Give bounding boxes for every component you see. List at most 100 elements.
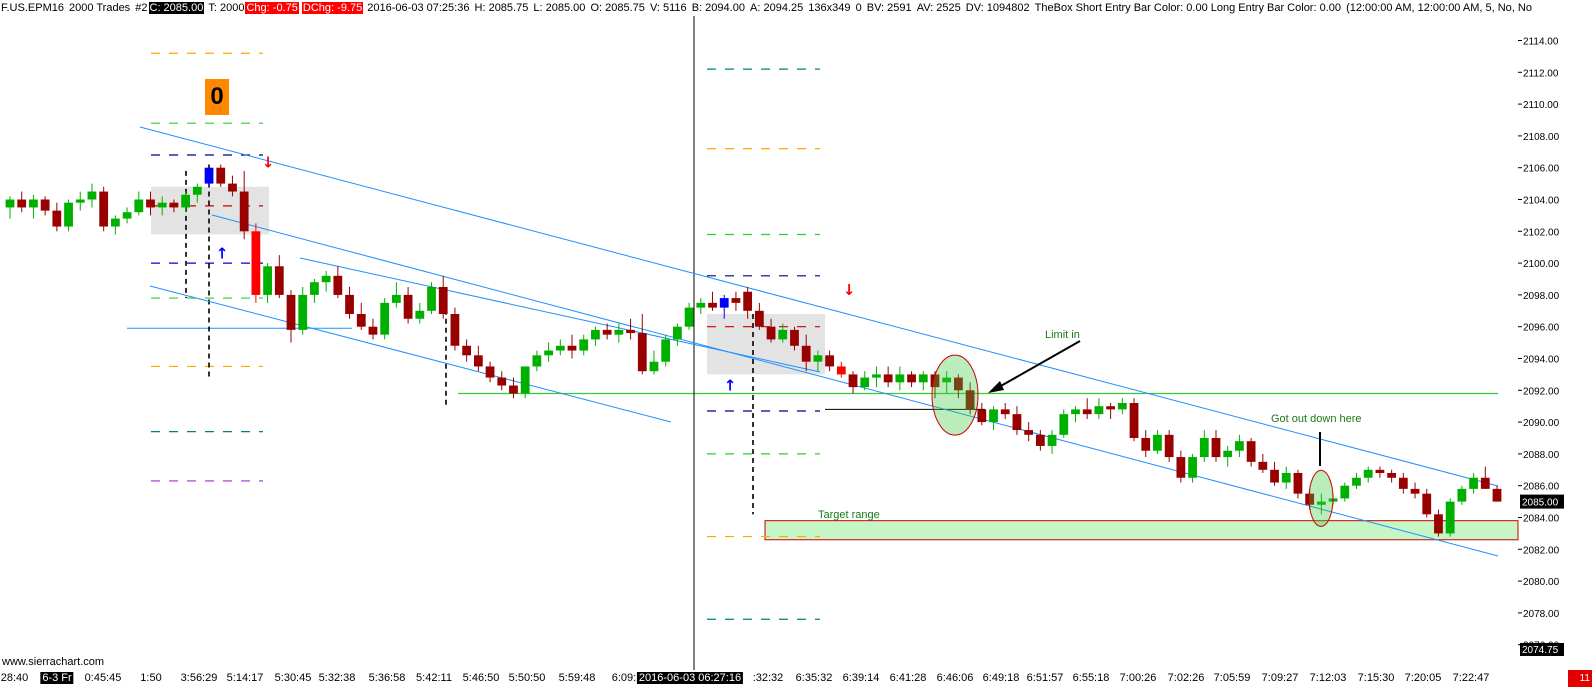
x-tick-label: 7:15:30 [1357,672,1395,684]
candle-body [146,199,155,208]
zero-badge: 0 [205,79,229,115]
candle [251,223,261,303]
candle-body [321,275,331,283]
candle [1363,466,1373,483]
x-tick-label: 5:42:11 [416,672,452,684]
candle [310,279,319,303]
x-tick-label: 5:14:17 [226,672,264,684]
candle-body [1199,438,1209,458]
candle-body [356,313,366,327]
candle-body [263,266,272,295]
candle [1398,472,1408,494]
candle [754,302,764,330]
candle [1164,430,1174,462]
candle-body [274,266,284,295]
candle-body [591,329,600,340]
candle [1059,409,1069,438]
x-tick-label: 5:36:58 [368,672,406,684]
candle-body [1480,477,1490,489]
candle [216,164,226,187]
y-tick-label: 2110.00 [1523,100,1559,111]
header-volume: V: 5116 [649,2,687,14]
candle [274,255,284,299]
candle [286,290,296,343]
candle-body [602,329,612,335]
candle-body [719,298,729,308]
candle-body [497,377,507,386]
candle-body [860,377,870,388]
candle-body [333,275,343,295]
candle [1457,485,1467,505]
candle [403,286,413,324]
header-bid: B: 2094.00 [691,2,745,14]
candle-body [239,191,249,232]
candle-body [40,199,50,211]
candle-body [872,374,881,378]
candle [75,191,85,211]
candle-body [1176,457,1186,478]
candle [1129,398,1139,442]
candle [1199,430,1209,462]
candle-body [708,302,717,308]
candle [872,366,881,388]
candle [696,298,706,314]
header-trades: T: 2000 [208,2,245,14]
candle [883,366,893,388]
candle-body [977,409,987,423]
candle [485,361,495,383]
candle [907,371,916,388]
candle [1117,398,1127,415]
candle [391,282,401,308]
candle [684,302,694,330]
y-tick-label: 2084.00 [1523,514,1560,525]
candle-body [1281,472,1291,483]
candle [450,307,460,351]
candle [122,207,132,224]
website-label[interactable]: www.sierrachart.com [2,656,104,668]
price-chart[interactable]: ↓ ↑ ↓ ↑ Limit in Got out down here Target rang… [0,0,1592,687]
candle-body [1071,409,1080,415]
candle [239,170,249,240]
candle-body [1293,472,1303,494]
candle-body [110,218,120,227]
candle [1024,422,1034,442]
candle-body [895,374,905,383]
candle-body [298,294,308,330]
header-extra: 0 [855,2,862,14]
candle-body [637,333,647,372]
candle [825,350,834,372]
candle [345,286,354,319]
candle [1258,453,1268,473]
candle-body [1188,457,1197,478]
candle-body [825,355,834,367]
y-tick-label: 2100.00 [1523,259,1560,270]
candle [895,366,905,391]
limit-in-arrow [991,340,1081,392]
candle [567,334,577,359]
x-tick-label: :32:32 [752,672,784,684]
header-study-text: TheBox Short Entry Bar Color: 0.00 Long … [1034,2,1341,14]
candle [333,266,343,299]
candle [1246,438,1256,467]
header-chart-number: #2 [135,2,148,14]
candle [1071,406,1080,423]
highlight-ellipse-2 [1308,469,1334,527]
candle [1176,450,1186,483]
corner-price-label: 2074.75 [1522,645,1559,656]
candle [673,323,682,346]
y-tick-label: 2108.00 [1523,132,1560,143]
candle-body [614,329,624,335]
candle [1340,482,1350,502]
y-tick-label: 2096.00 [1523,323,1560,334]
candle-body [883,374,893,383]
candle-body [1457,488,1467,502]
candle-body [75,199,85,203]
got-out-label: Got out down here [1271,413,1362,425]
candle-body [1117,403,1127,410]
candle [134,191,144,216]
candle [1422,488,1432,518]
x-tick-label: 6:35:32 [795,672,833,684]
candle-body [462,345,472,356]
candle-body [989,409,998,423]
candle [731,291,741,311]
